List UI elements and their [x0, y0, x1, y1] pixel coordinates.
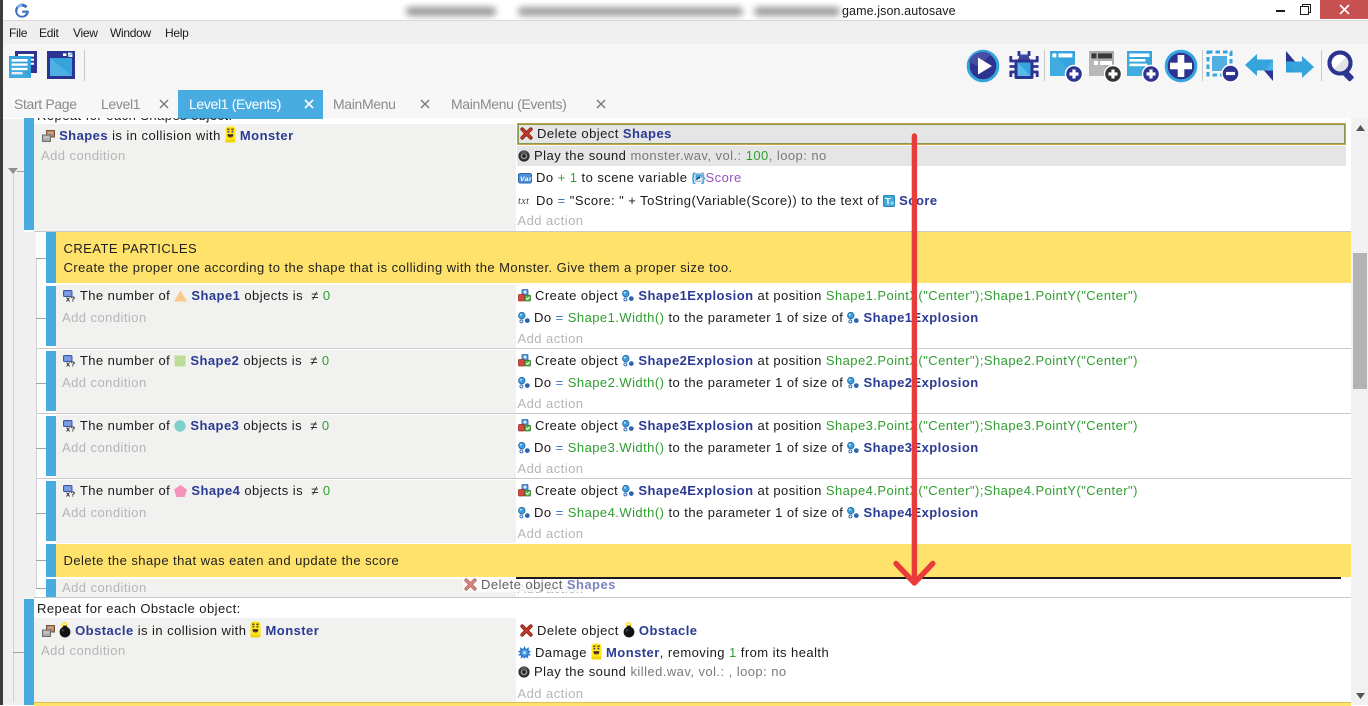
svg-text:x?: x? — [66, 295, 76, 303]
svg-text:txt: txt — [518, 196, 529, 207]
svg-text:x?: x? — [66, 360, 76, 368]
svg-text:x?: x? — [66, 425, 76, 433]
svg-text:Var: Var — [520, 176, 532, 183]
svg-text:x?: x? — [66, 490, 76, 498]
